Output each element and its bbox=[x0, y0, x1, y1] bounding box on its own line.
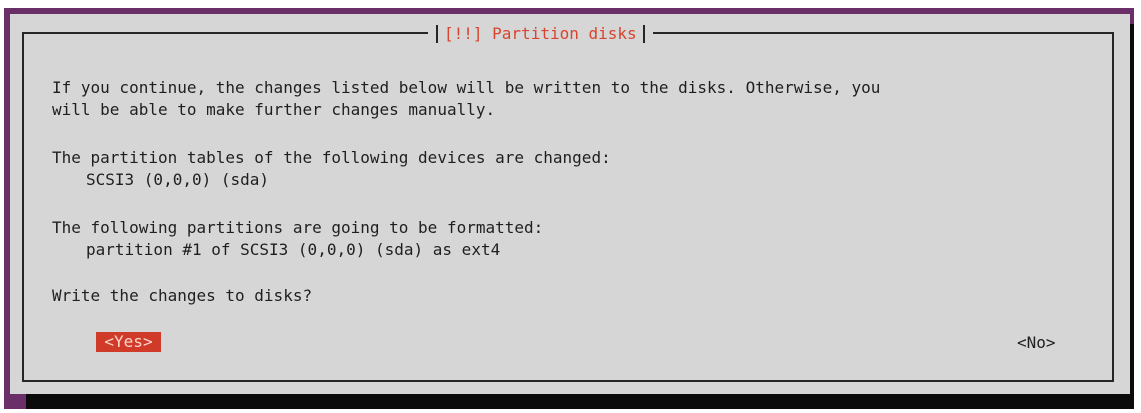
message-line-1: If you continue, the changes listed belo… bbox=[52, 78, 881, 97]
partition-tables-heading: The partition tables of the following de… bbox=[52, 148, 611, 167]
partition-disks-dialog: [!!] Partition disks If you continue, th… bbox=[10, 14, 1130, 394]
formatted-partition: partition #1 of SCSI3 (0,0,0) (sda) as e… bbox=[86, 240, 501, 259]
no-button[interactable]: <No> bbox=[1017, 333, 1056, 353]
dialog-title: [!!] Partition disks bbox=[444, 24, 637, 43]
message-line-2: will be able to make further changes man… bbox=[52, 100, 496, 119]
partition-tables-device: SCSI3 (0,0,0) (sda) bbox=[86, 170, 270, 189]
title-left-tick bbox=[436, 25, 438, 43]
formatted-heading: The following partitions are going to be… bbox=[52, 218, 544, 237]
title-right-tick bbox=[642, 25, 645, 43]
dialog-title-bar: [!!] Partition disks bbox=[428, 24, 653, 44]
yes-button[interactable]: <Yes> bbox=[96, 332, 161, 352]
dialog-shadow-right bbox=[1130, 24, 1134, 409]
installer-screen: [!!] Partition disks If you continue, th… bbox=[4, 8, 1134, 409]
write-changes-question: Write the changes to disks? bbox=[52, 286, 313, 305]
dialog-shadow-bottom bbox=[26, 394, 1134, 409]
